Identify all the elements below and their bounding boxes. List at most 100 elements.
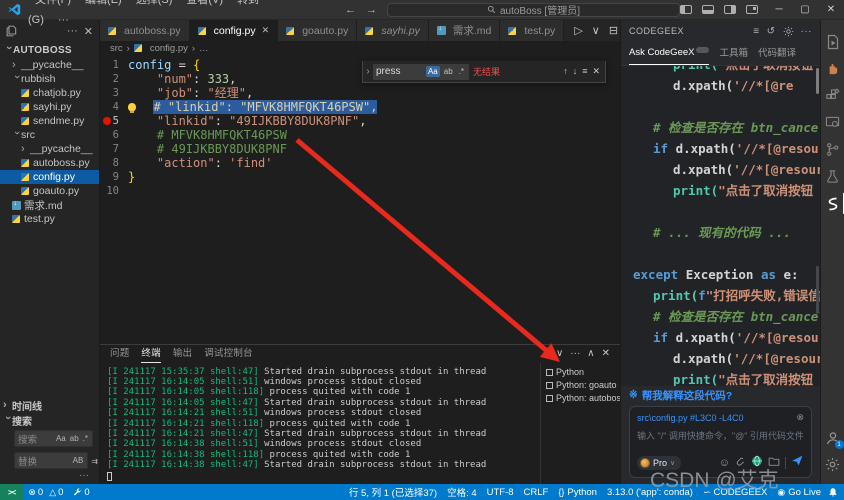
menu-item[interactable]: ··· [51,14,76,26]
match-case-icon[interactable]: Aa [55,434,67,443]
whole-word-icon[interactable]: ab [69,434,80,443]
editor-action-icon[interactable]: ▷ [574,24,582,37]
codegeex-input-card[interactable]: src\config.py #L3C0 -L4C0 ⊗ 输入 "/" 调用快捷命… [629,406,812,478]
panel-action-icon[interactable]: ··· [570,348,580,359]
panel-action-icon[interactable]: + [543,348,549,359]
close-button[interactable]: ✕ [818,0,844,20]
find-collapse-icon[interactable]: › [363,66,373,77]
scrollbar-thumb[interactable] [816,68,819,94]
customize-layout-icon[interactable] [746,5,758,14]
terminal-list-item[interactable]: Python: goauto [541,379,620,392]
codegeex-explain-link[interactable]: ※ 帮我解释这段代码? [621,386,820,404]
web-search-icon[interactable] [751,454,763,472]
status-item[interactable]: 3.13.0 ('app': conda) [602,487,698,498]
codegeex-code-block[interactable]: print("点击了取消按钮d.xpath('//*[@re# 检查是否存在 b… [621,66,820,386]
sidebar-search-input[interactable]: 搜索 Aa ab .* [14,430,93,447]
panel-tab[interactable]: 问题 [110,345,129,363]
editor-action-icon[interactable]: ⊟ [609,24,618,37]
notifications-bell-icon[interactable] [826,487,844,497]
folder-icon[interactable] [768,454,780,472]
tree-item[interactable]: sayhi.py [0,100,99,114]
status-item[interactable]: UTF-8 [482,487,519,498]
preserve-case-icon[interactable]: AB [72,456,85,465]
model-selector[interactable]: Pro ∨ [637,456,681,470]
tasks-indicator[interactable]: 0 [68,487,94,498]
codegeex-tab[interactable]: Ask CodeGeeX [629,42,709,65]
tree-item[interactable]: ›__pycache__ [0,58,99,72]
tree-item[interactable]: 需求.md [0,198,99,212]
hand-extension-icon[interactable] [821,55,844,82]
toggle-panel-icon[interactable] [702,5,714,14]
code-editor[interactable]: 1config = {2 "num": 333,3 "job": "经理",4 … [100,55,620,343]
status-item[interactable]: CRLF [519,487,554,498]
codegeex-tab[interactable]: 工具箱 [719,42,748,65]
history-icon[interactable]: ↺ [767,26,776,37]
problems-indicator[interactable]: ⊗0 △0 [23,487,68,498]
menu-item[interactable]: 选择(S) [129,0,180,6]
find-close-icon[interactable]: ✕ [592,66,600,77]
toggle-secondary-sidebar-icon[interactable] [724,5,736,14]
tree-item[interactable]: ›src [0,128,99,142]
replace-all-icon[interactable]: ⇉ [90,457,99,466]
timeline-section[interactable]: ›时间线 [0,398,99,413]
extensions-icon[interactable] [821,82,844,109]
editor-tab[interactable]: sayhi.py [357,20,429,41]
status-item[interactable]: {}Python [553,487,602,498]
panel-tab[interactable]: 输出 [173,345,192,363]
tree-item[interactable]: ›rubbish [0,72,99,86]
feedback-icon[interactable]: ☺ [719,457,730,469]
tree-item[interactable]: sendme.py [0,114,99,128]
tree-item[interactable]: goauto.py [0,184,99,198]
editor-tab[interactable]: test.py [500,20,564,41]
nav-forward-icon[interactable]: → [366,4,377,16]
editor-tab[interactable]: 需求.md [429,20,501,41]
menu-item[interactable]: 查看(V) [179,0,230,6]
editor-tab[interactable]: goauto.py [278,20,357,41]
live-preview-icon[interactable] [821,109,844,136]
minimize-button[interactable]: ─ [766,0,792,20]
status-item[interactable]: ◉Go Live [772,487,826,498]
tree-item[interactable]: test.py [0,212,99,226]
toggle-sidebar-icon[interactable] [680,5,692,14]
search-section[interactable]: ›搜索 [0,413,99,428]
gear-icon[interactable] [783,26,794,37]
chip-close-icon[interactable]: ⊗ [796,412,804,423]
context-chip[interactable]: src\config.py #L3C0 -L4C0 [637,413,744,423]
remote-indicator[interactable]: >< [0,484,23,500]
menu-item[interactable]: 编辑(E) [78,0,129,6]
panel-action-icon[interactable]: ∨ [556,348,563,359]
terminal-list-item[interactable]: Python: autoboss [541,392,620,405]
terminal-list-item[interactable]: Python [541,366,620,379]
regex-icon[interactable]: .* [82,434,89,443]
panel-action-icon[interactable]: ∧ [587,348,594,359]
source-control-icon[interactable] [821,136,844,163]
find-prev-icon[interactable]: ↑ [563,66,568,77]
codegeex-activity-icon[interactable] [821,190,844,217]
attach-icon[interactable] [735,454,746,472]
tree-item[interactable]: ›__pycache__ [0,142,99,156]
lightbulb-icon[interactable] [128,103,136,111]
settings-gear-icon[interactable] [821,451,844,478]
menu-item[interactable]: 文件(F) [28,0,78,6]
search-more-icon[interactable]: ··· [0,472,99,484]
panel-tab[interactable]: 调试控制台 [204,345,253,363]
account-icon[interactable]: 1 [821,424,844,451]
terminal-output[interactable]: [I 241117 15:35:37 shell:47] Started dra… [100,363,540,484]
whole-word-icon[interactable]: ab [442,66,455,77]
regex-icon[interactable]: .* [457,66,466,77]
codegeex-tab[interactable]: 代码翻译 [758,42,796,65]
breadcrumb-item[interactable]: src [110,43,123,54]
codegeex-input-placeholder[interactable]: 输入 "/" 调用快捷命令，"@" 引用代码文件或知识库 [637,429,804,442]
find-input[interactable]: press Aa ab .* [373,64,469,80]
panel-action-icon[interactable]: ✕ [602,348,610,359]
run-debug-icon[interactable] [821,28,844,55]
list-icon[interactable]: ≡ [753,26,759,37]
nav-back-icon[interactable]: ← [345,4,356,16]
tree-item[interactable]: chatjob.py [0,86,99,100]
breadcrumb[interactable]: src›config.py›… [100,41,620,55]
sidebar-replace-input[interactable]: 替换 AB [14,452,88,469]
tree-item[interactable]: autoboss.py [0,156,99,170]
maximize-button[interactable]: ▢ [792,0,818,20]
tree-item[interactable]: config.py [0,170,99,184]
send-icon[interactable] [791,454,804,472]
